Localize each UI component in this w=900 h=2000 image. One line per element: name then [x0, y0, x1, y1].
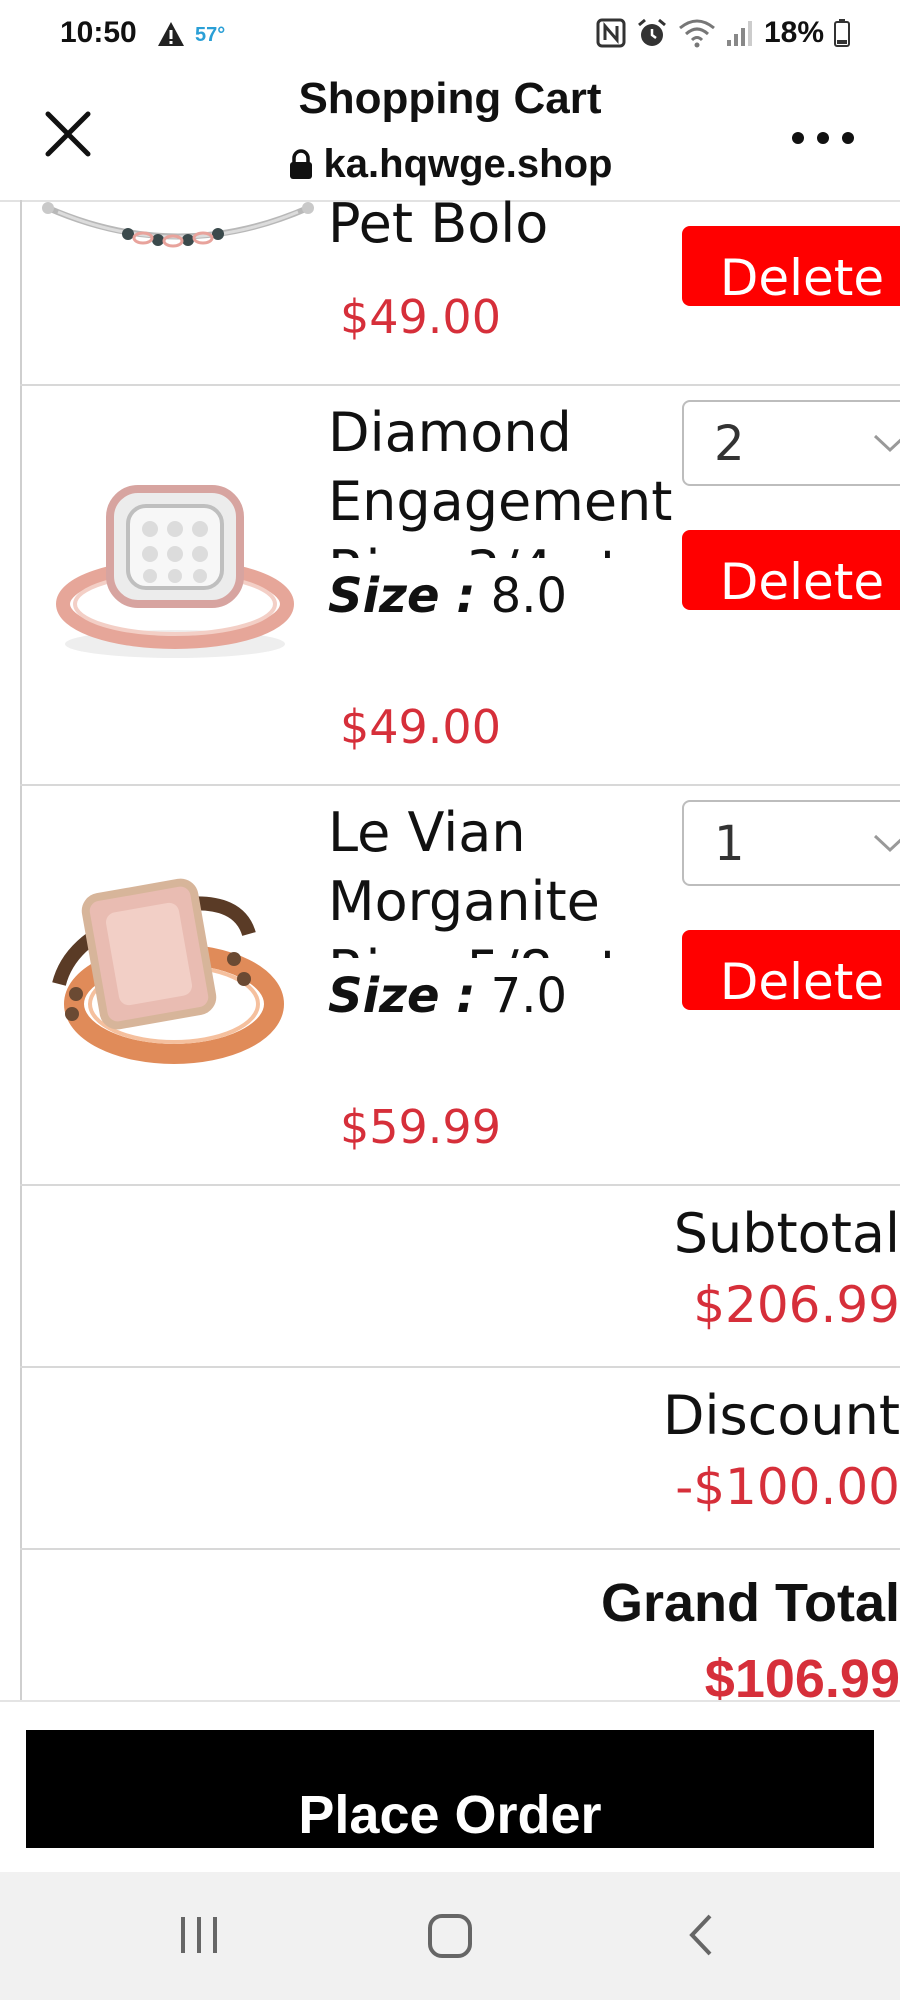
size-label: Size :: [328, 968, 476, 1024]
discount-row: Discount -$100.00: [20, 1366, 900, 1550]
nfc-icon: [596, 18, 626, 48]
item-name[interactable]: Pet Bolo Bracelet: [328, 200, 688, 258]
alarm-icon: [637, 18, 666, 46]
quantity-select[interactable]: 1: [682, 800, 900, 886]
quantity-select[interactable]: 2: [682, 400, 900, 486]
grand-total-value: $106.99: [704, 1649, 900, 1700]
delete-button[interactable]: Delete: [682, 930, 900, 1010]
battery-icon: [834, 19, 850, 47]
quantity-value: 2: [714, 416, 745, 472]
size-value: 8.0: [475, 568, 568, 624]
chevron-down-icon: [873, 834, 900, 853]
subtotal-value: $206.99: [693, 1276, 900, 1334]
browser-header: Shopping Cart ka.hqwge.shop: [0, 72, 900, 202]
url-bar[interactable]: ka.hqwge.shop: [0, 142, 900, 187]
recent-apps-icon[interactable]: [176, 1912, 222, 1958]
weather-temperature: 57°: [195, 24, 226, 46]
delete-button[interactable]: Delete: [682, 530, 900, 610]
size-label: Size :: [328, 568, 476, 624]
grand-total-row: Grand Total $106.99: [20, 1548, 900, 1700]
item-size: Size : 8.0: [328, 568, 567, 624]
status-bar: 10:50 57° 18%: [0, 0, 900, 72]
cart-list[interactable]: Pet Bolo Bracelet Delete $49.00 Diamond …: [0, 200, 900, 1700]
more-icon[interactable]: [788, 128, 858, 148]
checkout-footer: Place Order: [0, 1700, 900, 1874]
chevron-down-icon: [873, 434, 900, 453]
warning-icon: [158, 22, 184, 46]
item-name[interactable]: Diamond Engagement Ring 3/4 ct: [328, 398, 688, 558]
system-nav-bar: [0, 1872, 900, 2000]
subtotal-row: Subtotal $206.99: [20, 1184, 900, 1368]
place-order-button[interactable]: Place Order: [26, 1730, 874, 1848]
discount-label: Discount: [662, 1384, 900, 1447]
item-name[interactable]: Le Vian Morganite Ring 5/8 ct: [328, 798, 688, 958]
morganite-ring-image: [34, 864, 284, 1074]
url-text: ka.hqwge.shop: [323, 142, 613, 186]
back-icon[interactable]: [686, 1912, 716, 1958]
item-size: Size : 7.0: [328, 968, 567, 1024]
page-title: Shopping Cart: [298, 74, 602, 123]
subtotal-label: Subtotal: [673, 1202, 900, 1265]
diamond-ring-image: [50, 474, 300, 664]
lock-icon: [289, 149, 312, 179]
status-icons: 18%: [596, 16, 850, 50]
quantity-value: 1: [714, 816, 745, 872]
home-icon[interactable]: [426, 1912, 474, 1960]
wifi-icon: [679, 19, 715, 48]
cart-item-bracelet: Pet Bolo Bracelet Delete $49.00: [20, 200, 900, 386]
battery-percent: 18%: [763, 16, 824, 49]
status-time: 10:50: [60, 16, 137, 49]
bracelet-image: [38, 200, 318, 270]
delete-button[interactable]: Delete: [682, 226, 900, 306]
cart-item-morganite-ring: Le Vian Morganite Ring 5/8 ct Size : 7.0…: [20, 784, 900, 1186]
item-price: $49.00: [340, 290, 501, 344]
item-price: $59.99: [340, 1100, 501, 1154]
signal-icon: [726, 21, 752, 46]
size-value: 7.0: [475, 968, 568, 1024]
discount-value: -$100.00: [675, 1458, 900, 1516]
grand-total-label: Grand Total: [600, 1573, 900, 1633]
item-price: $49.00: [340, 700, 501, 754]
cart-item-diamond-ring: Diamond Engagement Ring 3/4 ct Size : 8.…: [20, 384, 900, 786]
